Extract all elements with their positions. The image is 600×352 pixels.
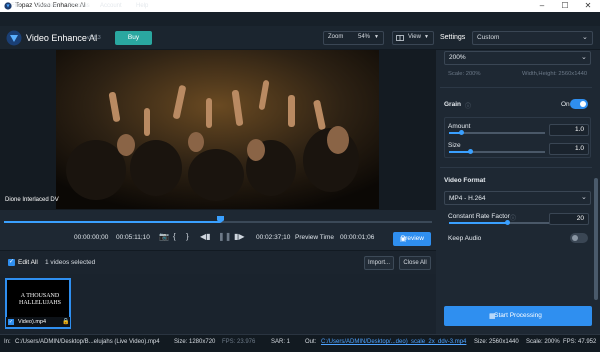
maximize-button[interactable]: ☐ <box>555 0 575 12</box>
scale-select[interactable] <box>444 51 591 65</box>
video-frame <box>56 50 379 209</box>
split-view-icon <box>396 35 404 41</box>
chevron-down-icon: ▼ <box>424 34 429 40</box>
minimize-button[interactable]: – <box>532 0 552 12</box>
model-caption: Dione Interlaced DV <box>5 197 59 203</box>
settings-label: Settings <box>440 34 466 41</box>
lock-icon: 🔒 <box>62 319 70 325</box>
grain-label: Grain <box>444 101 461 108</box>
pause-icon[interactable]: ❚❚ <box>218 232 231 241</box>
crf-input[interactable]: 20 <box>549 213 589 225</box>
thumbnail-filename: Video).mp4 <box>18 319 47 325</box>
buy-button[interactable]: Buy <box>115 31 152 45</box>
edit-all-label: Edit All <box>18 259 38 266</box>
amount-label: Amount <box>448 123 471 130</box>
output-size: Size: 2560x1440 <box>474 339 519 345</box>
chevron-down-icon: ⌄ <box>581 54 587 61</box>
menu-account[interactable]: Account <box>100 3 122 9</box>
chevron-down-icon: ▼ <box>374 34 379 40</box>
output-scale: Scale: 200% <box>526 339 560 345</box>
edit-all-checkbox[interactable]: ✓ <box>8 259 15 266</box>
trim-start-time: 00:00:00;00 <box>74 234 109 241</box>
crf-slider-fill <box>449 222 507 224</box>
size-slider-knob[interactable] <box>468 149 473 154</box>
keep-audio-label: Keep Audio <box>448 235 482 242</box>
divider <box>440 167 592 168</box>
trim-end-time: 00:05:11;10 <box>116 234 150 241</box>
selected-count: 1 videos selected <box>45 259 96 266</box>
thumbnail-title: A THOUSAND HALLELUJAHS <box>19 293 61 306</box>
input-label: In: <box>4 339 11 345</box>
timeline-progress <box>4 221 220 223</box>
amount-slider-knob[interactable] <box>459 130 464 135</box>
topaz-logo-icon <box>6 30 22 46</box>
amount-input[interactable]: 1.0 <box>549 124 589 136</box>
close-window-button[interactable]: ✕ <box>578 0 598 12</box>
help-icon[interactable]: ⓘ <box>510 213 516 222</box>
video-format-label: Video Format <box>444 177 486 184</box>
input-fps: FPS: 23.976 <box>222 339 256 345</box>
chevron-down-icon: ⌄ <box>582 34 588 41</box>
menu-process[interactable]: Process <box>68 3 90 9</box>
dimension-info: Width,Height: 2560x1440 <box>522 71 588 77</box>
close-all-button[interactable]: Close All <box>399 256 431 270</box>
process-icon: ▦ <box>489 313 496 320</box>
start-processing-button[interactable]: Start Processing <box>444 306 592 326</box>
thumbnail-checkbox[interactable]: ✓ <box>8 319 14 325</box>
grain-toggle-label: On <box>561 101 570 108</box>
step-forward-icon[interactable]: ▮▶ <box>234 232 245 241</box>
title-bar: Topaz Video Enhance AI – ☐ ✕ <box>0 0 600 12</box>
input-size: Size: 1280x720 <box>174 339 216 345</box>
scale-info: Scale: 200% <box>448 71 481 77</box>
input-path: C:/Users/ADMIN/Desktop/B...elujahs (Live… <box>15 339 160 345</box>
preview-icon: ▣ <box>400 236 407 243</box>
menu-help[interactable]: Help <box>136 3 148 9</box>
size-label: Size <box>448 142 461 149</box>
view-label: View <box>408 34 421 40</box>
format-value: MP4 - H.264 <box>449 195 486 202</box>
divider <box>440 87 592 88</box>
zoom-value: 54% <box>358 34 371 40</box>
import-button[interactable]: Import... <box>364 256 394 270</box>
menu-bar <box>0 12 600 26</box>
grain-toggle[interactable] <box>570 99 588 109</box>
sar: SAR: 1 <box>271 339 291 345</box>
chevron-down-icon: ⌄ <box>581 194 587 201</box>
help-icon[interactable]: ⓘ <box>465 101 471 110</box>
set-in-icon[interactable]: { <box>173 232 176 241</box>
preview-button[interactable]: Preview <box>393 232 431 246</box>
keep-audio-toggle[interactable] <box>570 233 588 243</box>
preview-time-label: Preview Time <box>295 234 335 241</box>
output-label: Out: <box>305 339 317 345</box>
settings-preset-value: Custom <box>477 34 500 41</box>
camera-icon[interactable]: 📷 <box>159 232 169 241</box>
crf-slider-knob[interactable] <box>505 220 510 225</box>
thumbnail-caption: ✓ Video).mp4 🔒 <box>6 317 70 327</box>
menu-file[interactable]: File <box>11 3 21 9</box>
step-back-icon[interactable]: ◀▮ <box>200 232 211 241</box>
output-path-link[interactable]: C:/Users/ADMIN/Desktop/...deo)_scale_2x_… <box>321 339 466 345</box>
output-fps: FPS: 47.952 <box>563 339 597 345</box>
set-out-icon[interactable]: } <box>186 232 189 241</box>
panel-scrollbar[interactable] <box>594 178 598 300</box>
menu-preview[interactable]: Preview <box>36 3 57 9</box>
crf-label: Constant Rate Factor <box>448 213 510 220</box>
current-time: 00:02:37;10 <box>256 234 291 241</box>
size-input[interactable]: 1.0 <box>549 143 589 155</box>
app-version: v2.6.3 <box>87 35 101 41</box>
preview-duration: 00:00:01;06 <box>340 234 375 241</box>
scale-value: 200% <box>449 54 466 61</box>
zoom-label: Zoom <box>328 34 344 40</box>
